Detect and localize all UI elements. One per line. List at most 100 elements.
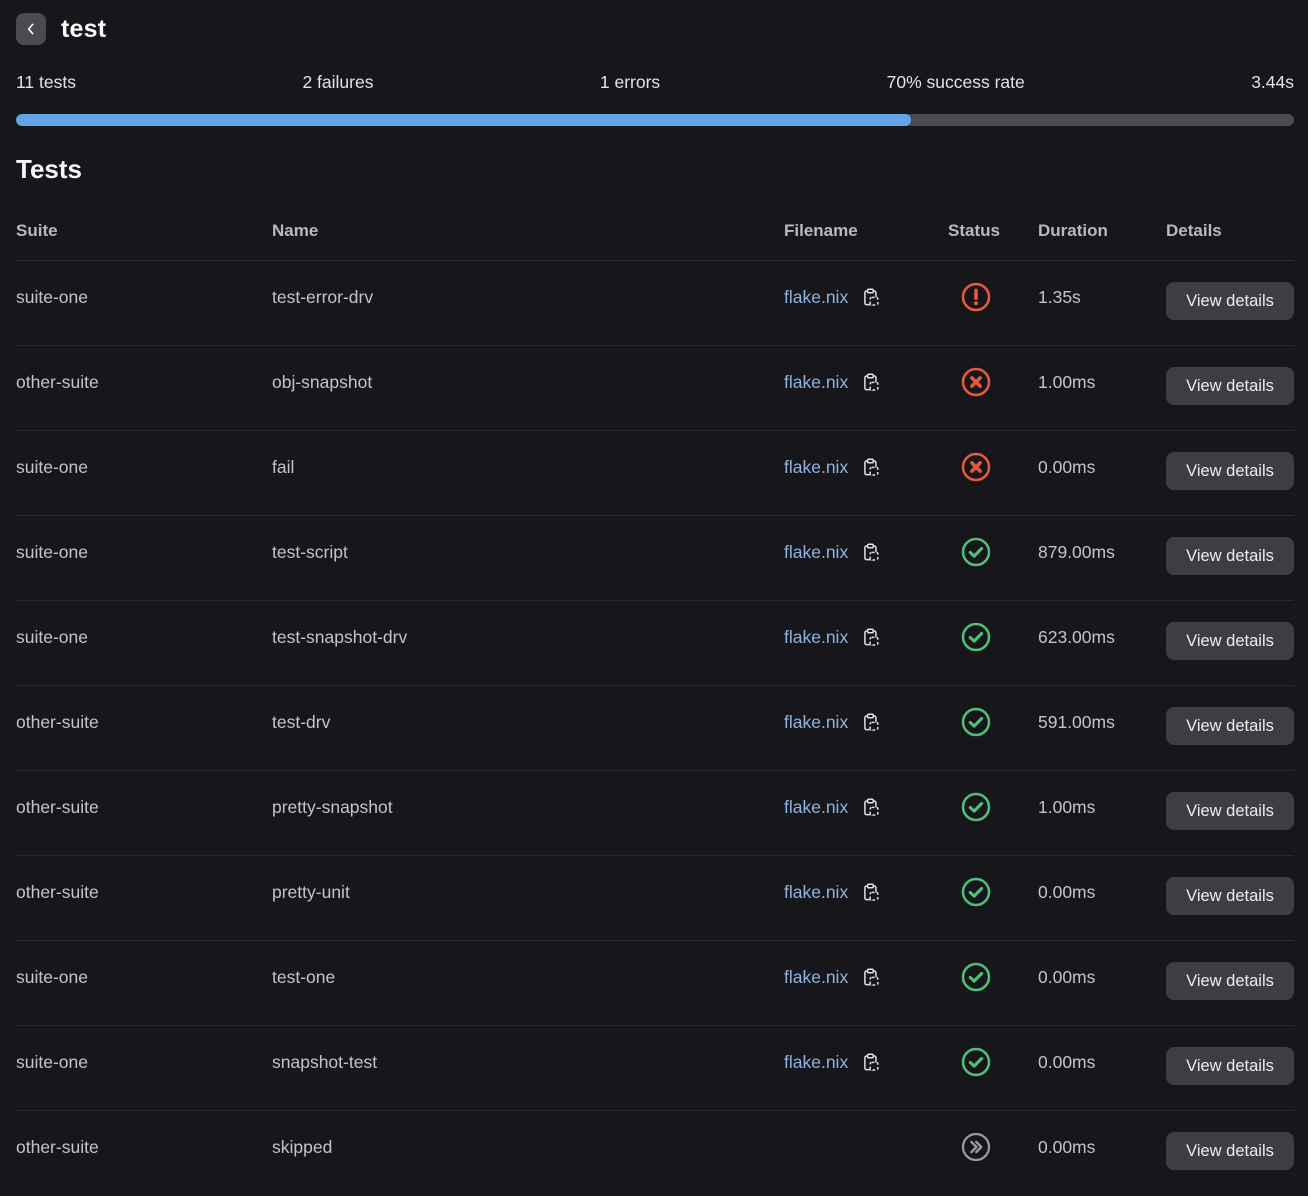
clipboard-copy-icon — [860, 372, 881, 393]
details-cell: View details — [1166, 962, 1294, 1000]
view-details-button[interactable]: View details — [1166, 537, 1294, 575]
clipboard-copy-icon — [860, 287, 881, 308]
copy-filename-button[interactable] — [860, 967, 881, 988]
status-success-icon — [961, 622, 1038, 658]
status-success-icon — [961, 1047, 1038, 1083]
filename-cell: flake.nix — [784, 710, 948, 734]
table-row: suite-one fail flake.nix — [16, 431, 1294, 516]
details-cell: View details — [1166, 707, 1294, 745]
summary-stats: 11 tests 2 failures 1 errors 70% success… — [16, 72, 1294, 93]
copy-filename-button[interactable] — [860, 712, 881, 733]
filename-cell: flake.nix — [784, 880, 948, 904]
filename-link[interactable]: flake.nix — [784, 455, 848, 479]
clipboard-copy-icon — [860, 882, 881, 903]
suite-cell: other-suite — [16, 1135, 272, 1159]
suite-cell: suite-one — [16, 1050, 272, 1074]
table-row: other-suite obj-snapshot flake.nix — [16, 346, 1294, 431]
column-header-suite: Suite — [16, 221, 272, 241]
status-success-icon — [961, 707, 1038, 743]
duration-cell: 879.00ms — [1038, 540, 1166, 564]
filename-link[interactable]: flake.nix — [784, 795, 848, 819]
status-cell — [948, 707, 1038, 743]
suite-cell: other-suite — [16, 795, 272, 819]
suite-cell: suite-one — [16, 965, 272, 989]
details-cell: View details — [1166, 1132, 1294, 1170]
view-details-button[interactable]: View details — [1166, 877, 1294, 915]
stat-total-duration: 3.44s — [1251, 72, 1294, 93]
details-cell: View details — [1166, 792, 1294, 830]
status-success-icon — [961, 877, 1038, 913]
view-details-button[interactable]: View details — [1166, 1132, 1294, 1170]
copy-filename-button[interactable] — [860, 287, 881, 308]
status-success-icon — [961, 537, 1038, 573]
duration-cell: 1.00ms — [1038, 795, 1166, 819]
status-cell — [948, 1047, 1038, 1083]
filename-link[interactable]: flake.nix — [784, 1050, 848, 1074]
name-cell: skipped — [272, 1135, 784, 1159]
status-failure-icon — [961, 452, 1038, 488]
chevron-left-icon — [23, 21, 39, 37]
clipboard-copy-icon — [860, 1052, 881, 1073]
duration-cell: 623.00ms — [1038, 625, 1166, 649]
view-details-button[interactable]: View details — [1166, 282, 1294, 320]
view-details-button[interactable]: View details — [1166, 792, 1294, 830]
suite-cell: suite-one — [16, 455, 272, 479]
table-row: suite-one test-snapshot-drv flake.nix — [16, 601, 1294, 686]
filename-cell: flake.nix — [784, 285, 948, 309]
filename-cell: flake.nix — [784, 965, 948, 989]
duration-cell: 1.00ms — [1038, 370, 1166, 394]
tests-section-heading: Tests — [16, 154, 1294, 185]
filename-link[interactable]: flake.nix — [784, 540, 848, 564]
filename-link[interactable]: flake.nix — [784, 625, 848, 649]
duration-cell: 1.35s — [1038, 285, 1166, 309]
clipboard-copy-icon — [860, 712, 881, 733]
suite-cell: other-suite — [16, 880, 272, 904]
status-error-icon — [961, 282, 1038, 318]
status-cell — [948, 962, 1038, 998]
view-details-button[interactable]: View details — [1166, 707, 1294, 745]
filename-link[interactable]: flake.nix — [784, 710, 848, 734]
suite-cell: other-suite — [16, 370, 272, 394]
view-details-button[interactable]: View details — [1166, 367, 1294, 405]
suite-cell: suite-one — [16, 285, 272, 309]
details-cell: View details — [1166, 367, 1294, 405]
suite-cell: suite-one — [16, 625, 272, 649]
copy-filename-button[interactable] — [860, 372, 881, 393]
copy-filename-button[interactable] — [860, 627, 881, 648]
column-header-details: Details — [1166, 221, 1294, 241]
duration-cell: 0.00ms — [1038, 880, 1166, 904]
duration-cell: 591.00ms — [1038, 710, 1166, 734]
view-details-button[interactable]: View details — [1166, 452, 1294, 490]
copy-filename-button[interactable] — [860, 882, 881, 903]
view-details-button[interactable]: View details — [1166, 622, 1294, 660]
table-row: other-suite skipped — [16, 1111, 1294, 1196]
status-cell — [948, 1132, 1038, 1168]
stat-total-tests: 11 tests — [16, 72, 76, 93]
view-details-button[interactable]: View details — [1166, 962, 1294, 1000]
duration-cell: 0.00ms — [1038, 1135, 1166, 1159]
clipboard-copy-icon — [860, 542, 881, 563]
success-progress-fill — [16, 114, 911, 126]
filename-link[interactable]: flake.nix — [784, 370, 848, 394]
copy-filename-button[interactable] — [860, 457, 881, 478]
details-cell: View details — [1166, 877, 1294, 915]
table-row: suite-one snapshot-test flake.nix — [16, 1026, 1294, 1111]
view-details-button[interactable]: View details — [1166, 1047, 1294, 1085]
name-cell: test-drv — [272, 710, 784, 734]
filename-link[interactable]: flake.nix — [784, 965, 848, 989]
name-cell: fail — [272, 455, 784, 479]
status-cell — [948, 622, 1038, 658]
copy-filename-button[interactable] — [860, 542, 881, 563]
copy-filename-button[interactable] — [860, 797, 881, 818]
filename-cell: flake.nix — [784, 795, 948, 819]
table-row: other-suite pretty-snapshot flake.nix — [16, 771, 1294, 856]
status-success-icon — [961, 792, 1038, 828]
name-cell: test-script — [272, 540, 784, 564]
back-button[interactable] — [16, 13, 46, 45]
copy-filename-button[interactable] — [860, 1052, 881, 1073]
name-cell: test-error-drv — [272, 285, 784, 309]
page-title: test — [61, 15, 106, 44]
filename-link[interactable]: flake.nix — [784, 880, 848, 904]
filename-link[interactable]: flake.nix — [784, 285, 848, 309]
status-cell — [948, 282, 1038, 318]
